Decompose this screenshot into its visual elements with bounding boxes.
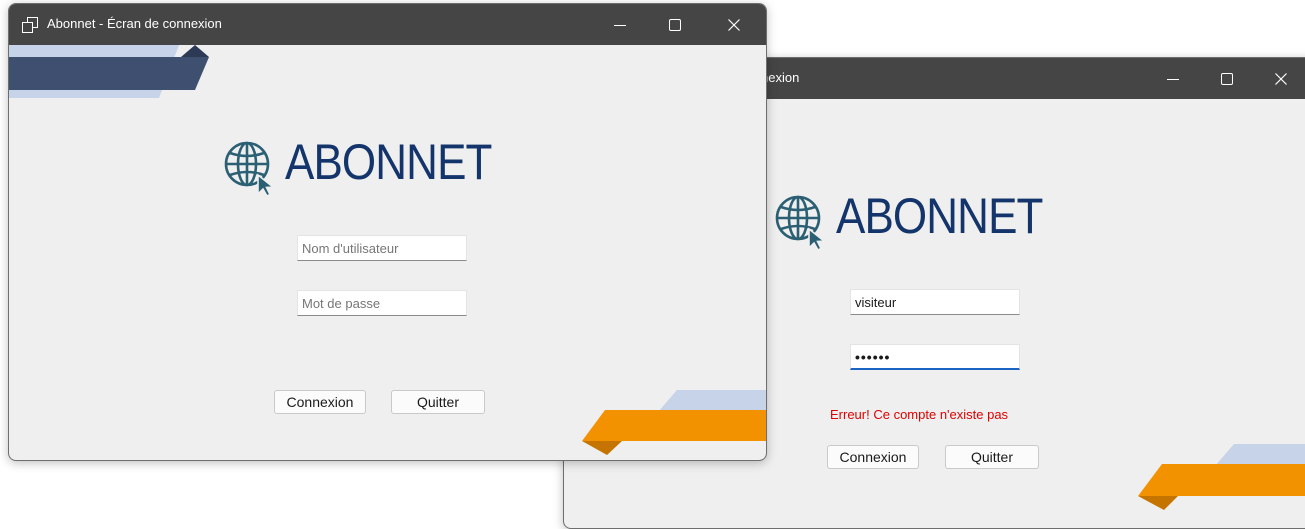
maximize-icon[interactable] <box>1216 68 1238 90</box>
logo-text: ABONNET <box>836 188 1043 244</box>
abonnet-logo: ABONNET <box>221 134 551 198</box>
login-button[interactable]: Connexion <box>827 445 919 469</box>
username-input[interactable] <box>297 235 467 261</box>
quit-button[interactable]: Quitter <box>945 445 1039 469</box>
minimize-icon[interactable] <box>609 14 631 36</box>
login-window: Abonnet - Écran de connexion ABONNET Nom… <box>8 3 767 461</box>
globe-cursor-icon <box>775 195 827 252</box>
login-button[interactable]: Connexion <box>274 390 366 414</box>
window-title: Abonnet - Écran de connexion <box>47 16 222 31</box>
ribbon-bottom-right <box>582 390 766 455</box>
close-icon[interactable] <box>1270 68 1292 90</box>
username-input[interactable] <box>850 289 1020 315</box>
password-input[interactable] <box>850 344 1020 370</box>
abonnet-logo: ABONNET <box>772 188 1102 252</box>
ribbon-top-left <box>9 45 209 98</box>
app-window-icon <box>21 16 39 34</box>
title-bar[interactable]: Abonnet - Écran de connexion <box>9 4 766 45</box>
globe-cursor-icon <box>224 141 276 198</box>
close-icon[interactable] <box>723 14 745 36</box>
maximize-icon[interactable] <box>664 14 686 36</box>
quit-button[interactable]: Quitter <box>391 390 485 414</box>
password-input[interactable] <box>297 290 467 316</box>
error-message: Erreur! Ce compte n'existe pas <box>830 407 1009 422</box>
logo-text: ABONNET <box>285 134 492 190</box>
minimize-icon[interactable] <box>1162 68 1184 90</box>
